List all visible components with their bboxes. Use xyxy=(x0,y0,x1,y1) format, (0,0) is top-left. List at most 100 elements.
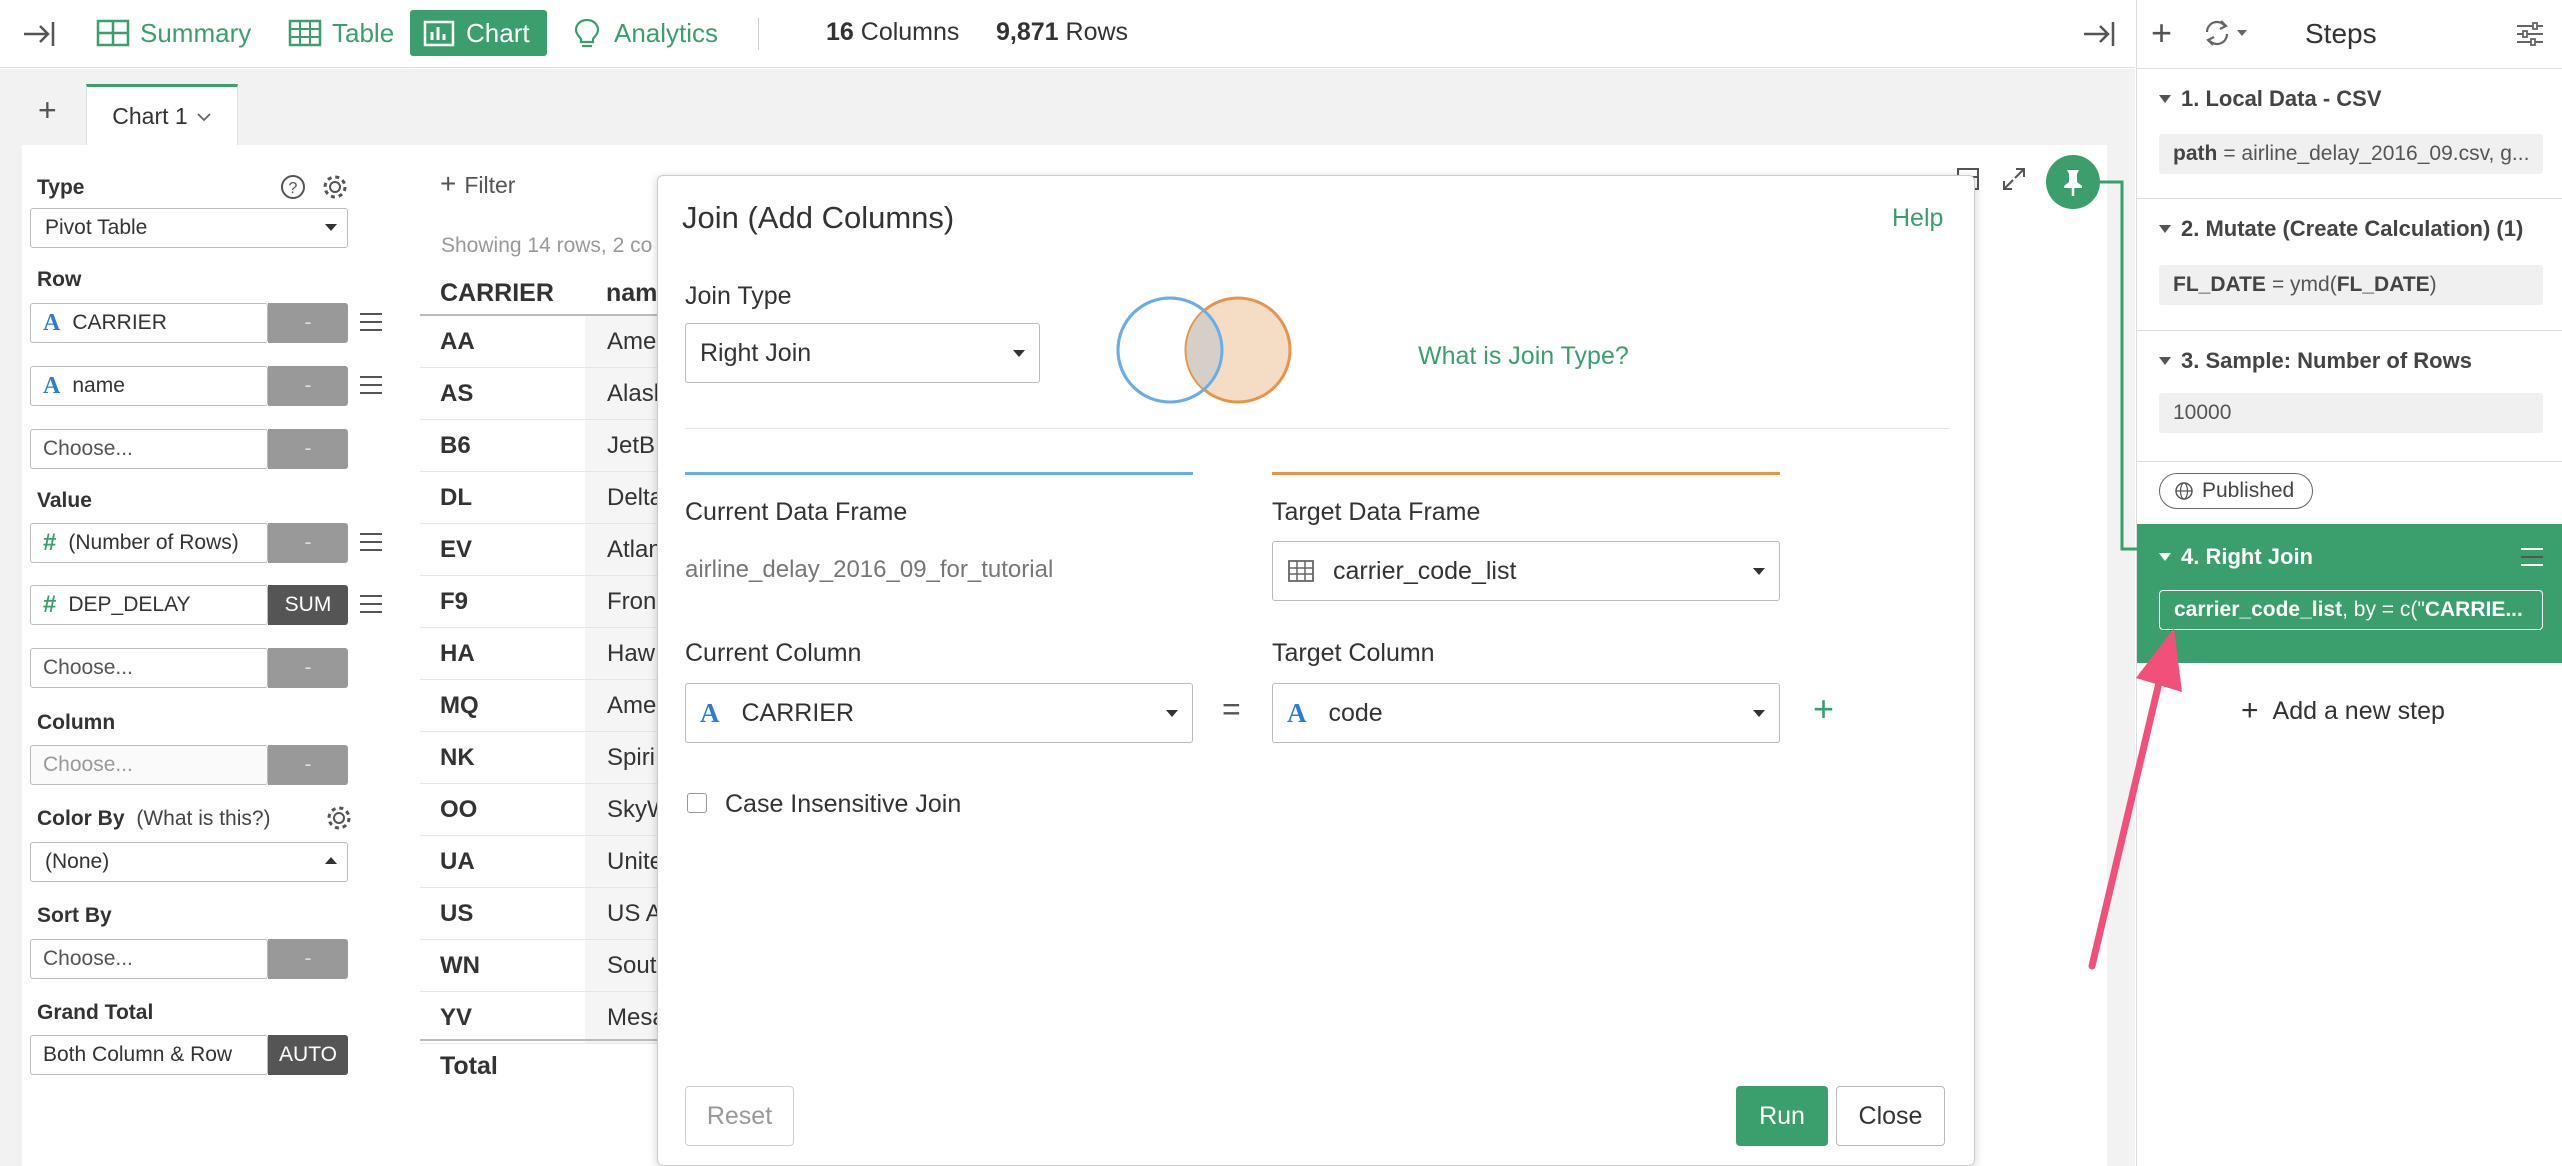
tab-summary[interactable]: Summary xyxy=(84,10,263,56)
value-field-dep-delay[interactable]: # DEP_DELAY xyxy=(30,585,268,625)
step-4-key2: CARRIE... xyxy=(2424,598,2523,621)
step-4-header[interactable]: 4. Right Join xyxy=(2159,544,2313,570)
step-2-rest2: ) xyxy=(2429,273,2437,296)
add-step-icon[interactable]: + xyxy=(2151,12,2172,54)
step-3-header[interactable]: 3. Sample: Number of Rows xyxy=(2159,348,2472,374)
published-badge[interactable]: Published xyxy=(2159,473,2314,509)
reset-button[interactable]: Reset xyxy=(685,1086,794,1146)
value-choose-field[interactable]: Choose... xyxy=(30,648,268,688)
caret-down-icon xyxy=(325,224,337,231)
row-field-name[interactable]: Aname xyxy=(30,366,268,406)
chevron-down-icon xyxy=(197,112,211,121)
step-1-detail[interactable]: path = airline_delay_2016_09.csv, g... xyxy=(2159,134,2543,174)
plus-icon: + xyxy=(440,168,457,199)
refresh-icon[interactable] xyxy=(2201,18,2255,54)
column-choose-field[interactable]: Choose... xyxy=(30,745,268,785)
dialog-title: Join (Add Columns) xyxy=(682,200,955,235)
value-field-agg-button[interactable]: SUM xyxy=(268,585,348,625)
tab-table[interactable]: Table xyxy=(276,10,406,56)
pivot-row-name: Ame xyxy=(585,316,665,367)
add-column-pair-button[interactable]: + xyxy=(1813,688,1834,730)
pivot-row-name: SkyW xyxy=(585,784,665,835)
help-icon[interactable]: ? xyxy=(280,174,306,206)
hamburger-icon[interactable] xyxy=(360,533,382,551)
grand-total-agg-button[interactable]: AUTO xyxy=(268,1035,348,1075)
tab-chart-1-label: Chart 1 xyxy=(112,103,188,129)
row-field-agg-button[interactable]: - xyxy=(268,303,348,343)
filter-label: Filter xyxy=(464,172,516,198)
what-is-join-type-link[interactable]: What is Join Type? xyxy=(1418,342,1629,371)
color-by-hint-link[interactable]: (What is this?) xyxy=(136,807,270,830)
step-2-header[interactable]: 2. Mutate (Create Calculation) (1) xyxy=(2159,216,2523,242)
equals-sign: = xyxy=(1222,691,1241,727)
step-1-key: path xyxy=(2173,142,2218,165)
target-data-frame-select[interactable]: carrier_code_list xyxy=(1272,541,1780,601)
current-column-label: Current Column xyxy=(685,639,862,667)
pivot-header-name: nam xyxy=(606,279,658,307)
grand-total-field[interactable]: Both Column & Row xyxy=(30,1035,268,1075)
tab-chart-1[interactable]: Chart 1 xyxy=(86,84,238,146)
tab-chart[interactable]: Chart xyxy=(410,10,547,56)
caret-down-icon xyxy=(1753,710,1765,717)
steps-title: Steps xyxy=(2305,18,2377,49)
hamburger-icon[interactable] xyxy=(360,376,382,394)
pin-button[interactable] xyxy=(2046,155,2100,209)
color-by-value: (None) xyxy=(45,850,110,873)
table-icon xyxy=(1288,560,1314,582)
sort-by-choose-field[interactable]: Choose... xyxy=(30,939,268,979)
pivot-row-name: US A xyxy=(585,888,665,939)
hamburger-icon[interactable] xyxy=(2521,548,2543,566)
pivot-row-name: Delta xyxy=(585,472,665,523)
step-1-rest: = airline_delay_2016_09.csv, g... xyxy=(2223,142,2530,165)
text-type-icon: A xyxy=(700,697,720,728)
steps-divider xyxy=(2137,330,2562,331)
step-2-detail[interactable]: FL_DATE = ymd(FL_DATE) xyxy=(2159,265,2543,305)
row-field-agg-button[interactable]: - xyxy=(268,366,348,406)
step-3-detail[interactable]: 10000 xyxy=(2159,393,2543,433)
fullscreen-icon[interactable] xyxy=(2000,165,2028,199)
text-type-icon: A xyxy=(43,372,61,399)
column-choose-agg-button[interactable]: - xyxy=(268,745,348,785)
row-count-value: 9,871 xyxy=(996,18,1059,46)
close-button[interactable]: Close xyxy=(1836,1086,1945,1146)
tab-analytics[interactable]: Analytics xyxy=(558,10,730,56)
color-by-select[interactable]: (None) xyxy=(30,842,348,882)
number-type-icon: # xyxy=(43,529,57,556)
join-type-select[interactable]: Right Join xyxy=(685,323,1040,383)
step-4-key: carrier_code_list xyxy=(2174,598,2343,621)
filter-button[interactable]: + Filter xyxy=(440,168,515,200)
target-column-select[interactable]: A code xyxy=(1272,683,1780,743)
collapse-left-icon[interactable] xyxy=(22,18,56,50)
row-choose-agg-button[interactable]: - xyxy=(268,429,348,469)
value-field-agg-button[interactable]: - xyxy=(268,523,348,563)
help-link[interactable]: Help xyxy=(1892,204,1943,233)
current-column-select[interactable]: A CARRIER xyxy=(685,683,1193,743)
step-4-detail[interactable]: carrier_code_list, by = c(" CARRIE... xyxy=(2159,590,2543,630)
add-chart-tab-button[interactable]: + xyxy=(38,92,57,129)
add-new-step-button[interactable]: + Add a new step xyxy=(2241,694,2445,728)
step-1-header[interactable]: 1. Local Data - CSV xyxy=(2159,86,2382,112)
row-field-carrier[interactable]: A CARRIER xyxy=(30,303,268,343)
steps-divider xyxy=(2137,461,2562,462)
settings-sliders-icon[interactable] xyxy=(2515,20,2545,54)
collapse-right-icon[interactable] xyxy=(2082,18,2116,50)
case-insensitive-label: Case Insensitive Join xyxy=(725,790,962,818)
step-2-rest: = ymd( xyxy=(2271,273,2337,296)
current-data-frame-label: Current Data Frame xyxy=(685,498,908,526)
case-insensitive-checkbox[interactable] xyxy=(687,793,707,813)
row-choose-field[interactable]: Choose... xyxy=(30,429,268,469)
run-button[interactable]: Run xyxy=(1736,1086,1828,1146)
gear-icon[interactable] xyxy=(322,174,348,206)
chart-type-select[interactable]: Pivot Table xyxy=(30,208,348,248)
hamburger-icon[interactable] xyxy=(360,313,382,331)
value-field-number-of-rows[interactable]: # (Number of Rows) xyxy=(30,523,268,563)
hamburger-icon[interactable] xyxy=(360,595,382,613)
gear-icon[interactable] xyxy=(326,805,352,837)
target-data-frame-label: Target Data Frame xyxy=(1272,498,1481,526)
step-4-title: 4. Right Join xyxy=(2181,544,2313,569)
value-choose-agg-button[interactable]: - xyxy=(268,648,348,688)
sort-by-agg-button[interactable]: - xyxy=(268,939,348,979)
grand-total-label: Grand Total xyxy=(37,1001,154,1024)
annotation-arrow xyxy=(2088,628,2182,970)
topbar-divider xyxy=(758,18,759,50)
